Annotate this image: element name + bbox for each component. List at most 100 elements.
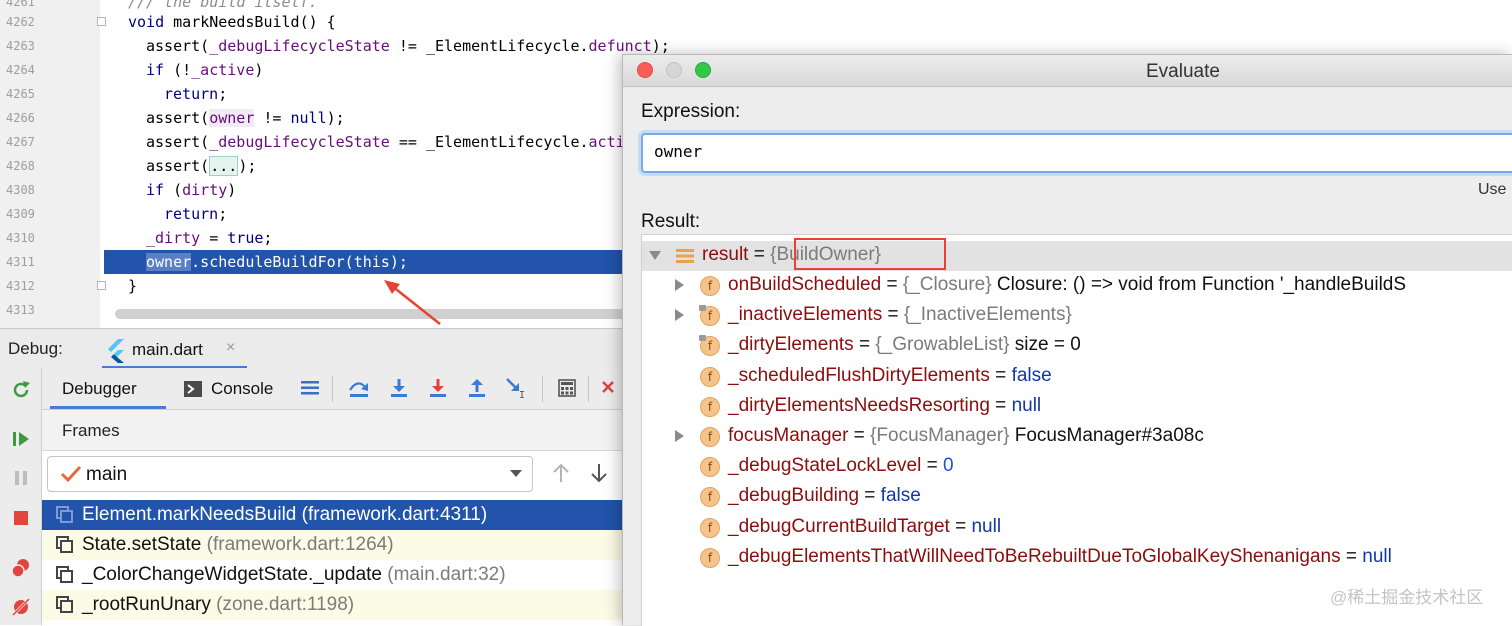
code-text: ); — [326, 109, 345, 127]
watermark: @稀土掘金技术社区 — [1330, 588, 1484, 607]
result-field-row[interactable]: f _debugBuilding = false — [642, 482, 1512, 512]
line-number: 4311 — [6, 255, 35, 269]
result-root-row[interactable]: result = {BuildOwner} — [642, 238, 1512, 271]
frame-method: _rootRunUnary — [82, 594, 211, 615]
tab-console[interactable]: Console — [211, 379, 273, 399]
var-name: result — [702, 244, 749, 265]
collapse-triangle-icon[interactable] — [649, 251, 661, 260]
evaluate-dialog: Evaluate Expression: Use Result: result … — [622, 54, 1512, 626]
window-maximize-button[interactable] — [695, 62, 711, 78]
code-field: owner — [209, 109, 255, 127]
stack-frame-row[interactable]: _rootRunUnary (zone.dart:1198) — [42, 590, 622, 620]
window-close-button[interactable] — [637, 62, 653, 78]
mute-breakpoints-button[interactable] — [9, 595, 33, 619]
stop-icon — [14, 511, 28, 525]
field-name: _scheduledFlushDirtyElements — [728, 364, 990, 386]
code-text: ) — [227, 181, 237, 199]
expand-triangle-icon[interactable] — [675, 430, 684, 442]
line-number: 4267 — [6, 135, 35, 149]
execution-line-highlight: owner.scheduleBuildFor(this); — [104, 250, 634, 274]
code-field: dirty — [182, 181, 228, 199]
field-icon: f — [700, 427, 720, 447]
run-to-cursor-icon: I — [506, 378, 525, 399]
evaluate-expression-button[interactable] — [556, 377, 578, 399]
result-field-row[interactable]: f _debugCurrentBuildTarget = null — [642, 513, 1512, 543]
frame-icon — [56, 536, 73, 553]
arrow-up-icon[interactable] — [552, 463, 570, 483]
stack-frame-row[interactable]: _ColorChangeWidgetState._update (main.da… — [42, 560, 622, 590]
code-keyword: true — [227, 229, 264, 247]
frame-method: _ColorChangeWidgetState._update — [82, 564, 382, 585]
code-text: assert( — [146, 37, 210, 55]
var-eq: = — [748, 244, 771, 265]
lock-icon — [699, 335, 706, 342]
field-type: {_Closure} — [902, 274, 992, 295]
debug-left-toolbar — [0, 368, 42, 625]
close-icon[interactable]: × — [226, 339, 235, 357]
expression-field[interactable] — [641, 133, 1512, 173]
dialog-title: Evaluate — [1146, 61, 1220, 82]
code-keyword: if — [146, 181, 165, 199]
force-step-into-button[interactable] — [427, 377, 449, 399]
debug-session-tab[interactable]: main.dart × — [102, 333, 247, 369]
tab-debugger[interactable]: Debugger — [62, 379, 137, 399]
stack-frame-row[interactable]: Element.markNeedsBuild (framework.dart:4… — [42, 500, 622, 530]
expand-triangle-icon[interactable] — [675, 279, 684, 291]
view-breakpoints-button[interactable] — [9, 556, 33, 580]
field-icon: f — [700, 276, 720, 296]
result-field-row[interactable]: f _debugElementsThatWillNeedToBeRebuiltDu… — [642, 543, 1512, 573]
line-number: 4310 — [6, 231, 35, 245]
field-name: _dirtyElementsNeedsResorting — [728, 394, 990, 416]
line-number: 4266 — [6, 111, 35, 125]
result-field-row[interactable]: f _dirtyElementsNeedsResorting = null — [642, 392, 1512, 422]
line-number: 4313 — [6, 303, 35, 317]
field-eq: = — [881, 274, 903, 295]
field-name: focusManager — [728, 425, 849, 446]
code-text: == _ElementLifecycle. — [389, 133, 589, 151]
stop-button[interactable] — [9, 506, 33, 530]
code-text: assert( — [146, 133, 210, 151]
field-value: size = 0 — [1009, 334, 1081, 356]
step-over-button[interactable] — [348, 377, 370, 399]
frame-icon — [56, 566, 73, 583]
mute-breakpoints-icon — [11, 597, 31, 617]
fold-marker[interactable] — [97, 17, 106, 26]
field-icon: f — [700, 547, 720, 568]
field-name: _debugElementsThatWillNeedToBeRebuiltDue… — [728, 545, 1341, 567]
code-text: ; — [218, 85, 228, 103]
resume-button[interactable] — [9, 427, 33, 451]
expand-triangle-icon[interactable] — [675, 309, 684, 322]
field-eq: = — [989, 394, 1012, 416]
window-minimize-button[interactable] — [666, 62, 682, 78]
use-hint-text: Use — [1478, 181, 1507, 198]
code-field: defunct — [588, 37, 652, 55]
result-field-row[interactable]: f onBuildScheduled = {_Closure} Closure: … — [642, 271, 1512, 301]
field-value: Closure: () => void from Function '_hand… — [991, 274, 1407, 295]
result-field-row[interactable]: f _debugStateLockLevel = 0 — [642, 452, 1512, 482]
fold-marker[interactable] — [97, 281, 106, 290]
rerun-button[interactable] — [9, 378, 33, 402]
step-out-button[interactable] — [466, 377, 488, 399]
thread-selector[interactable]: main — [47, 456, 533, 492]
expression-input[interactable] — [654, 142, 954, 161]
dialog-titlebar[interactable]: Evaluate — [623, 55, 1512, 87]
field-eq: = — [989, 364, 1012, 386]
code-text: assert( — [146, 109, 210, 127]
result-field-row[interactable]: f _inactiveElements = {_InactiveElements} — [642, 301, 1512, 331]
result-field-row[interactable]: f _scheduledFlushDirtyElements = false — [642, 362, 1512, 392]
result-tree[interactable]: result = {BuildOwner} f onBuildScheduled … — [641, 234, 1512, 626]
result-field-row[interactable]: f focusManager = {FocusManager} FocusMana… — [642, 422, 1512, 452]
line-number: 4265 — [6, 87, 35, 101]
drop-frame-button[interactable] — [598, 377, 620, 399]
result-field-row[interactable]: f _dirtyElements = {_GrowableList} size =… — [642, 331, 1512, 361]
step-into-button[interactable] — [388, 377, 410, 399]
pause-button[interactable] — [9, 466, 33, 490]
folded-region[interactable]: ... — [209, 156, 239, 176]
run-to-cursor-button[interactable]: I — [505, 377, 527, 399]
stack-frame-row[interactable]: State.setState (framework.dart:1264) — [42, 530, 622, 560]
arrow-down-icon[interactable] — [590, 463, 608, 483]
layout-button[interactable] — [299, 377, 321, 399]
active-tab-indicator — [50, 406, 166, 409]
resume-icon — [13, 432, 29, 446]
code-text: ) — [254, 61, 264, 79]
